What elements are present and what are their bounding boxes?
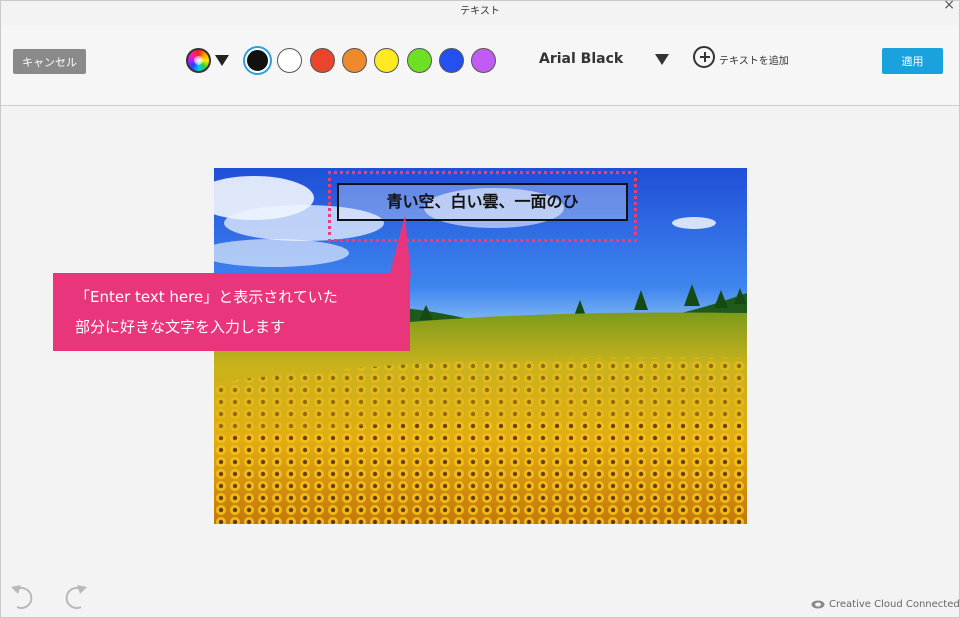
color-swatch-black[interactable] <box>245 48 270 73</box>
color-swatch-white[interactable] <box>277 48 303 73</box>
color-swatch-purple[interactable] <box>471 48 497 73</box>
close-icon[interactable]: × <box>943 0 955 12</box>
color-swatch-blue[interactable] <box>438 48 464 73</box>
creative-cloud-status: Creative Cloud Connected <box>811 599 960 610</box>
creative-cloud-status-label: Creative Cloud Connected <box>829 599 960 610</box>
apply-button[interactable]: 適用 <box>882 48 943 74</box>
color-swatch-yellow[interactable] <box>374 48 400 73</box>
redo-icon[interactable] <box>59 583 89 611</box>
chevron-down-icon[interactable] <box>215 55 229 66</box>
plus-circle-icon <box>693 46 715 68</box>
callout-line-2: 部分に好きな文字を入力します <box>75 318 286 336</box>
undo-icon[interactable] <box>9 583 39 611</box>
window-title: テキスト <box>460 6 500 17</box>
color-swatch-green[interactable] <box>406 48 432 73</box>
font-dropdown-chevron-icon[interactable] <box>655 54 669 65</box>
add-text-label: テキストを追加 <box>719 56 789 67</box>
toolbar: キャンセル Arial Black テキストを追加 適用 <box>1 25 959 106</box>
callout-line-1: 「Enter text here」と表示されていた <box>75 288 338 306</box>
window-titlebar: テキスト × <box>1 0 959 25</box>
color-swatch-red[interactable] <box>309 48 335 73</box>
creative-cloud-icon <box>811 600 825 609</box>
font-selector[interactable]: Arial Black <box>539 51 623 67</box>
cancel-button[interactable]: キャンセル <box>13 49 86 74</box>
color-wheel-icon[interactable] <box>186 48 211 73</box>
color-swatch-orange[interactable] <box>341 48 367 73</box>
annotation-callout: 「Enter text here」と表示されていた 部分に好きな文字を入力します <box>53 273 410 351</box>
callout-pointer <box>389 215 411 277</box>
